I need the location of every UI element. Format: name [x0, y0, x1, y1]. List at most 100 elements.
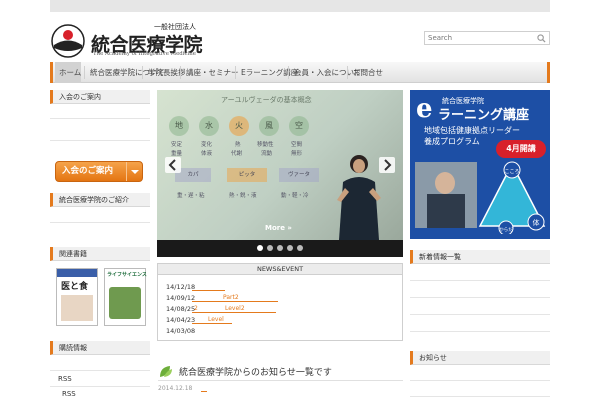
photo-face [435, 172, 455, 194]
sidebar-heading-new: 新着情報一覧 [410, 250, 550, 264]
slide-cell: 代謝 [231, 151, 243, 157]
news-link[interactable] [192, 323, 232, 324]
slider-next-button[interactable] [379, 157, 395, 173]
nav-divider [142, 66, 143, 79]
news-link[interactable] [192, 301, 278, 302]
dosha-pitta: ピッタ [227, 168, 267, 182]
nav-courses[interactable]: 講座・セミナー [182, 62, 243, 83]
news-link[interactable] [192, 290, 225, 291]
slide-cell: 無形 [291, 151, 303, 157]
slider-dot[interactable] [297, 245, 303, 251]
news-box: NEWS&EVENT 14/12/18 14/09/12 Part2 14/08… [157, 263, 403, 341]
sidebar-divider [410, 297, 550, 298]
article-date: 2014.12.18 [158, 385, 193, 392]
sidebar-divider [410, 331, 550, 332]
hero-slider: アーユルヴェーダの基本概念 地 水 火 風 空 安定 変化 熱 移動性 空間 重… [157, 90, 403, 257]
rss-link[interactable]: RSS [58, 375, 72, 383]
nav-divider [235, 66, 236, 79]
dosha-vata: ヴァータ [279, 168, 319, 182]
slider-pagination [157, 240, 403, 257]
photo-body [427, 194, 465, 228]
sidebar-divider [410, 396, 550, 397]
element-earth: 地 [169, 116, 189, 136]
rss-link[interactable]: RSS [62, 390, 76, 398]
slide-cell: 熱 [235, 142, 241, 148]
chevron-left-icon [168, 159, 176, 171]
nav-contact[interactable]: お問合せ [349, 62, 387, 83]
news-date: 14/09/12 [166, 294, 196, 302]
slide-cell: 変化 [201, 142, 213, 148]
sidebar-heading-intro: 統合医療学院のご紹介 [50, 193, 150, 207]
news-date: 14/04/23 [166, 316, 196, 324]
chevron-right-icon [384, 159, 392, 171]
chevron-down-icon [126, 162, 142, 181]
news-date: 14/12/18 [166, 283, 196, 291]
sidebar-heading-notice: お知らせ [410, 351, 550, 365]
book-cover-life-science[interactable]: ライフサイエンス [104, 268, 147, 326]
news-date: 14/03/08 [166, 327, 196, 335]
search-input[interactable] [425, 32, 533, 44]
news-date: 14/08/25 [166, 305, 196, 313]
article-title[interactable]: 統合医療学院からのお知らせ一覧です [179, 365, 332, 378]
nav-divider [288, 66, 289, 79]
element-water: 水 [199, 116, 219, 136]
slide-cell: 移動性 [257, 142, 274, 148]
book-title: 医と食 [61, 282, 89, 292]
book-cover-ito-shoku[interactable]: 医と食 [56, 268, 98, 326]
slider-dot[interactable] [267, 245, 273, 251]
banner-photo [415, 162, 477, 228]
news-link[interactable] [192, 312, 276, 313]
org-name-en: The Academy of Integrative Medicine [93, 51, 196, 57]
slide-trait: 重・遅・粘 [177, 193, 205, 199]
element-space: 空 [289, 116, 309, 136]
news-link-text[interactable]: Level [208, 316, 224, 323]
slide-trait: 熱・鋭・液 [229, 193, 257, 199]
banner-e-letter: e [416, 94, 433, 124]
slide-cell: 空間 [291, 142, 303, 148]
slide-trait: 動・軽・冷 [281, 193, 309, 199]
sidebar-divider [50, 118, 150, 119]
slide-image: アーユルヴェーダの基本概念 地 水 火 風 空 安定 変化 熱 移動性 空間 重… [157, 90, 403, 240]
sidebar-divider [410, 314, 550, 315]
site-logo[interactable]: 一般社団法人 統合医療学院 The Academy of Integrative… [51, 22, 203, 60]
sidebar-divider [50, 386, 150, 387]
nav-accent-right [547, 62, 550, 83]
slide-cell: 安定 [171, 142, 183, 148]
book-band [57, 269, 97, 277]
article-link[interactable] [201, 391, 207, 392]
banner-node-label: 体 [533, 218, 540, 227]
slider-more-link[interactable]: More » [265, 224, 292, 232]
banner-node-label: こころ [504, 169, 519, 175]
news-link-text[interactable]: Level2 [225, 305, 245, 312]
news-link-text[interactable]: 2 [194, 305, 198, 312]
book-title: ライフサイエンス [107, 272, 147, 278]
top-strip [50, 0, 550, 12]
slider-dot[interactable] [287, 245, 293, 251]
article-divider [158, 380, 403, 381]
search-box [424, 31, 550, 45]
banner-course: ラーニング講座 [438, 108, 530, 123]
logo-mark-icon [51, 24, 85, 58]
sidebar-heading-subscribe: 購読情報 [50, 341, 150, 355]
news-heading: NEWS&EVENT [158, 264, 402, 275]
book-illustration [109, 287, 141, 319]
search-icon[interactable] [537, 34, 546, 43]
nav-home[interactable]: ホーム [55, 62, 81, 83]
slider-dot[interactable] [277, 245, 283, 251]
slider-dot[interactable] [257, 245, 263, 251]
banner-line1: 地域包括健康拠点リーダー [424, 126, 520, 135]
element-wind: 風 [259, 116, 279, 136]
join-button-label: 入会のご案内 [62, 166, 114, 176]
nav-divider [84, 66, 85, 79]
nav-accent-left [50, 62, 53, 83]
slider-prev-button[interactable] [165, 157, 181, 173]
sidebar-divider [50, 140, 150, 141]
join-button[interactable]: 入会のご案内 [55, 161, 143, 182]
element-fire: 火 [229, 116, 249, 136]
slide-cell: 流動 [261, 151, 273, 157]
elearning-banner[interactable]: e 統合医療学院 ラーニング講座 地域包括健康拠点リーダー 養成プログラム 4月… [410, 90, 550, 239]
sidebar-divider [50, 222, 150, 223]
presenter-figure [337, 155, 381, 240]
news-link-text[interactable]: Part2 [223, 294, 239, 301]
book-illustration [61, 295, 93, 321]
